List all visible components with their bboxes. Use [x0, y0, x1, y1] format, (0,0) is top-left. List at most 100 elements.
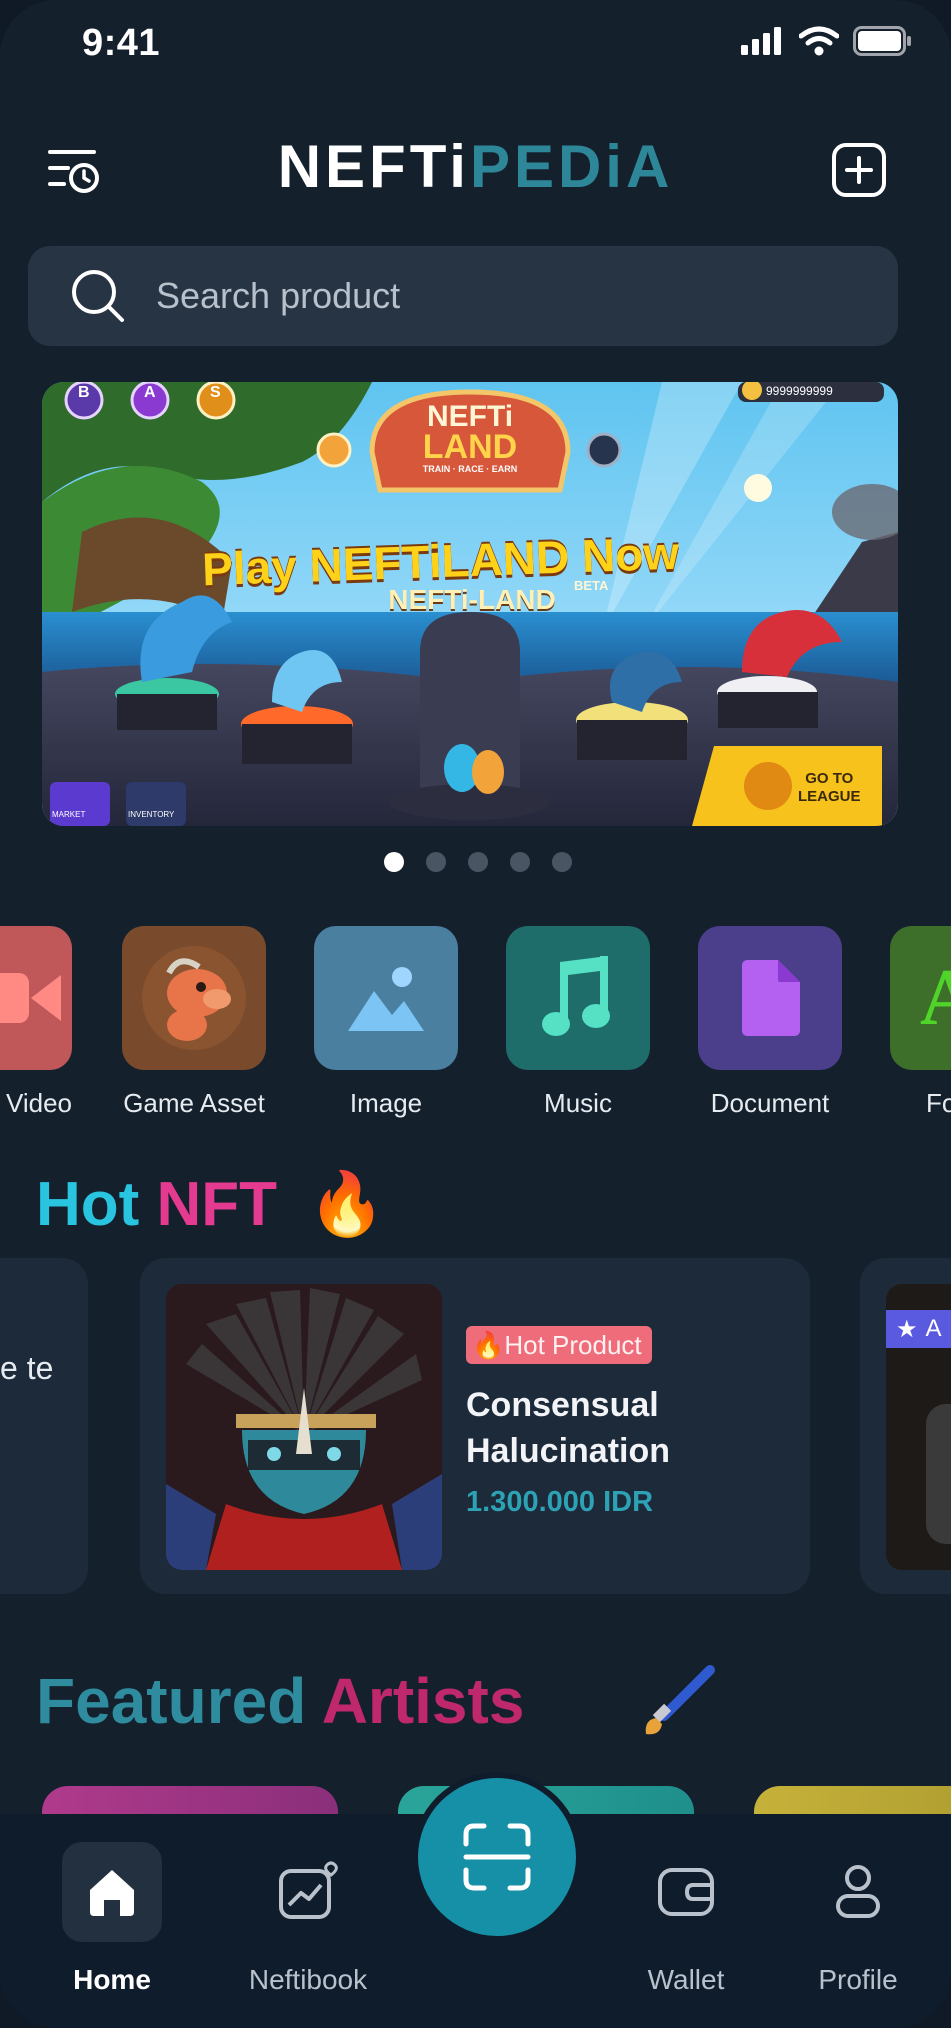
- battery-icon: [853, 26, 911, 56]
- category-tile: A: [890, 926, 951, 1070]
- category-tile: [698, 926, 842, 1070]
- fire-icon: 🔥: [308, 1170, 386, 1239]
- nft-name: Consensual Halucination: [466, 1386, 671, 1470]
- market-button[interactable]: MARKET: [52, 810, 85, 819]
- featured-title-part2: Artists: [321, 1665, 525, 1737]
- nft-card-partial[interactable]: ★ A: [860, 1258, 951, 1594]
- category-label: Document: [710, 1088, 830, 1118]
- banner-logo-line2: LAND: [422, 428, 518, 466]
- search-icon: [72, 270, 124, 322]
- category-label: Music: [544, 1088, 612, 1118]
- hot-product-badge: 🔥Hot Product: [466, 1326, 652, 1364]
- status-icons: [741, 26, 913, 56]
- coin-counter: 9999999999: [766, 384, 833, 398]
- nav-icon-wrap: [636, 1842, 736, 1942]
- category-game-asset[interactable]: Game Asset: [122, 926, 266, 1119]
- music-icon: [542, 956, 610, 1036]
- search-placeholder: Search product: [156, 275, 401, 316]
- category-document[interactable]: Document: [698, 926, 842, 1119]
- category-music[interactable]: Music: [506, 926, 650, 1119]
- nft-card-partial[interactable]: e te: [0, 1258, 88, 1594]
- artist-badge-text: A: [925, 1315, 942, 1342]
- scan-icon: [463, 1823, 531, 1891]
- nft-price: 1.300.000 IDR: [466, 1486, 654, 1518]
- nft-card[interactable]: 🔥Hot Product Consensual Halucination 1.3…: [140, 1258, 810, 1594]
- font-icon: A: [920, 953, 951, 1042]
- app-screen: 9:41 NEFTiPEDiA Search product NEFTi LAN…: [0, 0, 951, 2028]
- category-tile: [506, 926, 650, 1070]
- hot-title-part2: NFT: [156, 1170, 278, 1239]
- category-tile: [0, 926, 72, 1070]
- document-icon: [742, 960, 800, 1036]
- paintbrush-icon: [645, 1665, 715, 1735]
- artist-badge: ★ A: [886, 1310, 951, 1348]
- banner-pagination: [384, 852, 572, 872]
- banner-logo: NEFTi LAND TRAIN · RACE · EARN: [414, 402, 526, 476]
- hot-nft-title: Hot NFT 🔥: [36, 1168, 386, 1241]
- signal-icon: [741, 27, 781, 55]
- star-icon: ★: [896, 1315, 918, 1343]
- cta-line1: GO TO: [805, 770, 854, 787]
- rank-b: B: [78, 384, 90, 401]
- category-video[interactable]: Video: [0, 926, 72, 1119]
- nav-icon-wrap: [258, 1842, 358, 1942]
- image-icon: [348, 967, 424, 1031]
- nav-icon-wrap: [62, 1842, 162, 1942]
- nav-label: Profile: [818, 1964, 898, 1995]
- promo-banner[interactable]: NEFTi LAND TRAIN · RACE · EARN Play NEFT…: [42, 382, 898, 826]
- nft-card-partial-text: e te: [0, 1350, 54, 1386]
- banner-beta: BETA: [574, 578, 609, 593]
- category-tile: [122, 926, 266, 1070]
- nav-label: Neftibook: [248, 1964, 368, 1995]
- neftibook-icon: [279, 1861, 338, 1919]
- banner-subtitle: NEFTi-LAND: [388, 584, 556, 615]
- category-image[interactable]: Image: [314, 926, 458, 1119]
- add-button[interactable]: [827, 138, 891, 202]
- status-time: 9:41: [82, 22, 161, 64]
- pagination-dot[interactable]: [468, 852, 488, 872]
- category-tile: [314, 926, 458, 1070]
- inventory-button[interactable]: INVENTORY: [128, 810, 174, 819]
- dragon-avatar: [142, 946, 246, 1050]
- search-bar[interactable]: Search product: [28, 246, 898, 346]
- nav-icon-wrap: [808, 1842, 908, 1942]
- category-list: Video Game Asset Image Music Document A …: [0, 926, 951, 1126]
- pagination-dot[interactable]: [426, 852, 446, 872]
- nav-label: Wallet: [647, 1964, 725, 1995]
- pagination-dot[interactable]: [384, 852, 404, 872]
- wallet-icon: [658, 1868, 714, 1916]
- category-label: Font: [926, 1088, 951, 1118]
- profile-icon: [836, 1865, 880, 1918]
- featured-title-part1: Featured: [36, 1665, 307, 1737]
- status-bar: 9:41: [0, 0, 951, 90]
- nav-home[interactable]: Home: [32, 1842, 192, 1996]
- category-font[interactable]: A Font: [890, 926, 951, 1119]
- pagination-dot[interactable]: [510, 852, 530, 872]
- scan-button[interactable]: [418, 1778, 576, 1936]
- banner-logo-tagline: TRAIN · RACE · EARN: [422, 464, 518, 474]
- nav-label: Home: [73, 1964, 151, 1995]
- nav-wallet[interactable]: Wallet: [606, 1842, 766, 1996]
- logo-part2: PEDiA: [469, 133, 674, 200]
- nav-profile[interactable]: Profile: [778, 1842, 938, 1996]
- app-header: NEFTiPEDiA: [0, 120, 951, 220]
- featured-artists-title: Featured Artists: [36, 1664, 524, 1738]
- plus-square-icon: [832, 143, 886, 197]
- category-label: Game Asset: [123, 1088, 265, 1118]
- rank-s: S: [210, 384, 221, 401]
- cta-line2: LEAGUE: [798, 788, 861, 805]
- rank-a: A: [144, 384, 156, 401]
- hot-title-part1: Hot: [36, 1170, 140, 1239]
- wifi-icon: [799, 26, 839, 56]
- go-to-league-button[interactable]: GO TO LEAGUE: [798, 770, 861, 806]
- category-label: Video: [5, 1088, 72, 1118]
- nft-image: [166, 1284, 442, 1570]
- app-logo: NEFTiPEDiA: [0, 132, 951, 201]
- nft-artwork: [166, 1284, 442, 1570]
- home-icon: [90, 1870, 134, 1916]
- category-label: Image: [349, 1088, 423, 1118]
- video-icon: [0, 973, 61, 1023]
- pagination-dot[interactable]: [552, 852, 572, 872]
- logo-part1: NEFTi: [277, 133, 470, 200]
- nav-neftibook[interactable]: Neftibook: [228, 1842, 388, 1996]
